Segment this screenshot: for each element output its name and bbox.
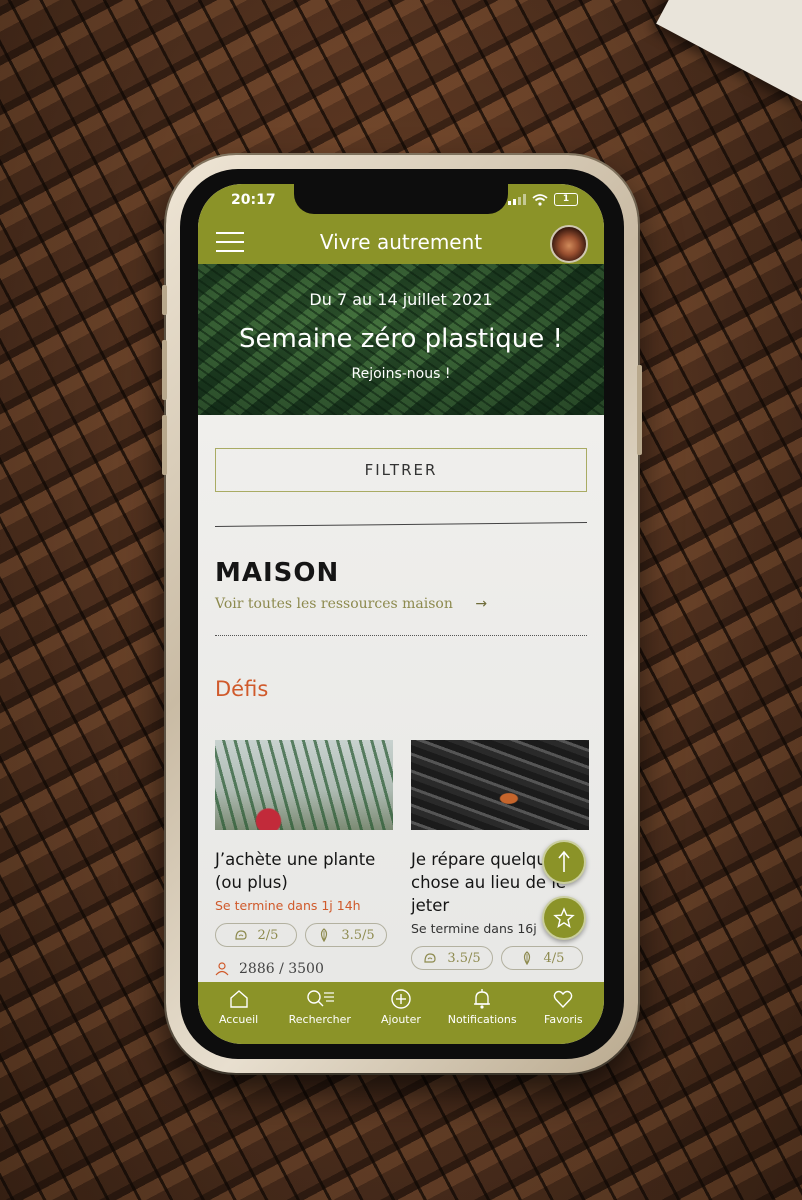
app-title: Vivre autrement bbox=[319, 230, 483, 254]
tab-ajouter[interactable]: Ajouter bbox=[361, 988, 441, 1026]
signal-icon bbox=[508, 194, 526, 205]
difficulty-badge: 3.5/5 bbox=[411, 946, 493, 970]
leaf-icon bbox=[523, 951, 530, 965]
mute-switch bbox=[162, 285, 167, 315]
tab-accueil[interactable]: Accueil bbox=[199, 988, 279, 1026]
volume-down-button bbox=[162, 415, 167, 475]
camera-notch bbox=[294, 184, 508, 214]
volume-up-button bbox=[162, 340, 167, 400]
app-bar: Vivre autrement bbox=[198, 220, 604, 264]
subsection-title: Défis bbox=[215, 677, 269, 701]
arrow-right-icon: → bbox=[475, 596, 488, 612]
card-image-repair bbox=[411, 740, 589, 830]
app-screen: 20:17 1 Vivre autrement Du 7 au 14 juill… bbox=[198, 184, 604, 1044]
participants-count: 2886 / 3500 bbox=[215, 961, 393, 977]
scroll-top-button[interactable] bbox=[542, 840, 586, 884]
hero-banner[interactable]: Du 7 au 14 juillet 2021 Semaine zéro pla… bbox=[198, 264, 604, 415]
difficulty-icon bbox=[234, 930, 247, 940]
card-image-plants bbox=[215, 740, 393, 830]
tab-favoris[interactable]: Favoris bbox=[523, 988, 603, 1026]
power-button bbox=[637, 365, 642, 455]
hero-subtitle: Rejoins-nous ! bbox=[351, 366, 451, 382]
card-deadline: Se termine dans 1j 14h bbox=[215, 898, 361, 913]
phone-frame: 20:17 1 Vivre autrement Du 7 au 14 juill… bbox=[162, 155, 642, 1073]
heart-icon bbox=[554, 990, 573, 1009]
filter-button[interactable]: FILTRER bbox=[215, 448, 587, 492]
card-title: J’achète une plante (ou plus) bbox=[215, 850, 376, 892]
add-icon bbox=[391, 989, 411, 1009]
status-icons: 1 bbox=[508, 193, 578, 206]
dotted-divider bbox=[215, 635, 587, 636]
tab-bar: Accueil Rechercher Ajouter Notifications… bbox=[198, 982, 604, 1044]
tab-rechercher[interactable]: Rechercher bbox=[280, 988, 360, 1026]
card-badges: 3.5/5 4/5 bbox=[411, 946, 589, 970]
hero-dates: Du 7 au 14 juillet 2021 bbox=[309, 290, 493, 309]
impact-badge: 3.5/5 bbox=[305, 923, 387, 947]
status-time: 20:17 bbox=[231, 192, 276, 208]
user-avatar[interactable] bbox=[550, 225, 588, 263]
search-icon bbox=[307, 990, 334, 1007]
favorite-button[interactable] bbox=[542, 896, 586, 940]
difficulty-badge: 2/5 bbox=[215, 923, 297, 947]
home-icon bbox=[229, 990, 248, 1008]
paper-corner bbox=[656, 0, 802, 104]
tab-notifications[interactable]: Notifications bbox=[442, 988, 522, 1026]
section-divider bbox=[215, 522, 587, 527]
person-icon bbox=[215, 962, 229, 976]
see-all-link[interactable]: Voir toutes les ressources maison → bbox=[215, 596, 487, 612]
battery-icon: 1 bbox=[554, 193, 578, 206]
hero-headline: Semaine zéro plastique ! bbox=[239, 324, 563, 354]
leaf-icon bbox=[321, 928, 328, 942]
arrow-up-icon bbox=[558, 850, 570, 872]
see-all-label: Voir toutes les ressources maison bbox=[215, 596, 453, 612]
star-icon bbox=[553, 907, 575, 929]
impact-badge: 4/5 bbox=[501, 946, 583, 970]
challenge-card[interactable]: J’achète une plante (ou plus) Se termine… bbox=[215, 740, 393, 977]
card-badges: 2/5 3.5/5 bbox=[215, 923, 393, 947]
section-title: MAISON bbox=[215, 558, 340, 588]
difficulty-icon bbox=[424, 953, 436, 963]
bell-icon bbox=[474, 989, 491, 1009]
wifi-icon bbox=[532, 193, 548, 206]
